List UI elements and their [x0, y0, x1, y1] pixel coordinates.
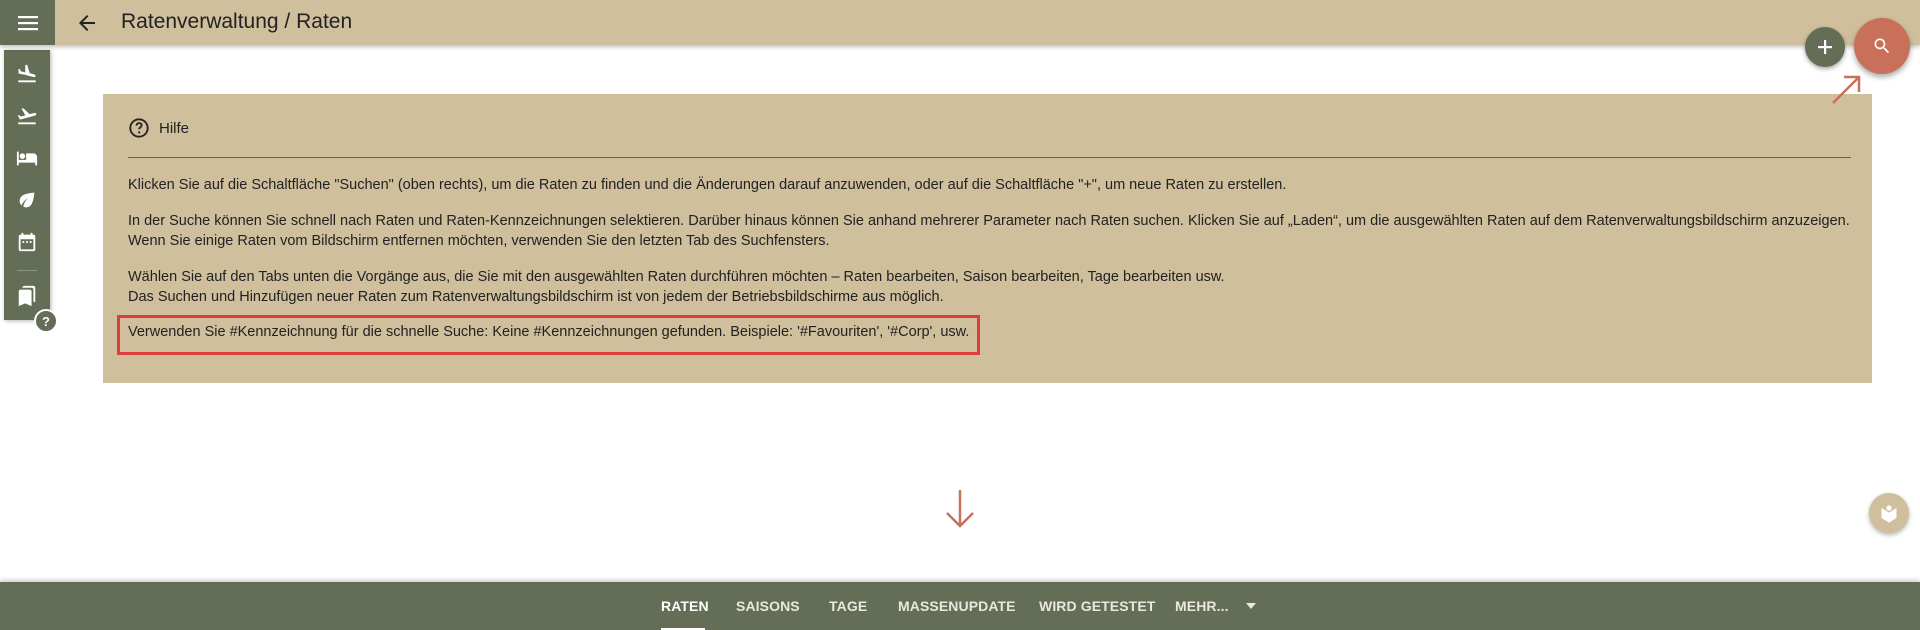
arrow-back-icon	[79, 15, 95, 31]
guide-button[interactable]	[1869, 493, 1909, 533]
rail-item-arrivals[interactable]	[4, 56, 50, 92]
help-paragraph-1: Klicken Sie auf die Schaltfläche "Suchen…	[128, 177, 1287, 193]
rail-divider	[17, 270, 37, 271]
pointer-arrow-icon	[1832, 75, 1861, 104]
menu-icon	[17, 15, 38, 30]
menu-button[interactable]	[0, 0, 55, 45]
flight-land-icon	[18, 64, 36, 83]
caret-down-icon	[1245, 603, 1256, 609]
tab-raten[interactable]: RATEN	[661, 582, 709, 630]
help-panel: Hilfe Klicken Sie auf die Schaltfläche "…	[103, 94, 1872, 383]
back-button[interactable]	[72, 8, 102, 38]
rail-item-leaf[interactable]	[4, 182, 50, 218]
plus-icon	[1818, 40, 1832, 54]
rail-help-button[interactable]: ?	[34, 309, 58, 333]
help-paragraph-3a: Wählen Sie auf den Tabs unten die Vorgän…	[128, 269, 1225, 285]
search-icon	[1874, 38, 1890, 54]
help-paragraph-2b: Wenn Sie einige Raten vom Bildschirm ent…	[128, 233, 830, 249]
help-heading: Hilfe	[159, 119, 190, 137]
bottom-tab-bar: RATEN SAISONS TAGE MASSENUPDATE WIRD GET…	[0, 582, 1920, 630]
rail-item-departures[interactable]	[4, 98, 50, 134]
arrow-down-icon	[946, 490, 974, 528]
top-app-bar: Ratenverwaltung / Raten	[0, 0, 1920, 45]
side-rail	[4, 50, 50, 320]
search-button[interactable]	[1854, 18, 1910, 74]
help-paragraph-3b: Das Suchen und Hinzufügen neuer Raten zu…	[128, 289, 944, 305]
add-button[interactable]	[1805, 27, 1845, 67]
tab-tage[interactable]: TAGE	[829, 582, 867, 630]
rail-item-rooms[interactable]	[4, 140, 50, 176]
help-icon: ?	[42, 313, 50, 329]
tab-wird-getestet[interactable]: WIRD GETESTET	[1039, 582, 1155, 630]
rail-item-calendar[interactable]	[4, 224, 50, 260]
help-circle-icon	[129, 118, 149, 138]
tab-mehr-label: MEHR...	[1175, 598, 1229, 614]
help-paragraph-2a: In der Suche können Sie schnell nach Rat…	[128, 213, 1850, 229]
help-header[interactable]: Hilfe	[128, 117, 189, 139]
tab-mehr[interactable]: MEHR...	[1175, 582, 1257, 630]
flight-takeoff-icon	[17, 108, 37, 125]
tab-massenupdate[interactable]: MASSENUPDATE	[898, 582, 1016, 630]
tag-hint-text: Verwenden Sie #Kennzeichnung für die sch…	[128, 324, 970, 340]
bookmarks-icon	[18, 285, 36, 307]
hotel-bed-icon	[16, 151, 38, 166]
leaf-icon	[19, 192, 35, 208]
page-title: Ratenverwaltung / Raten	[121, 10, 353, 33]
help-divider	[128, 157, 1851, 158]
tab-saisons[interactable]: SAISONS	[736, 582, 800, 630]
book-icon	[1881, 505, 1897, 523]
calendar-icon	[18, 232, 36, 252]
